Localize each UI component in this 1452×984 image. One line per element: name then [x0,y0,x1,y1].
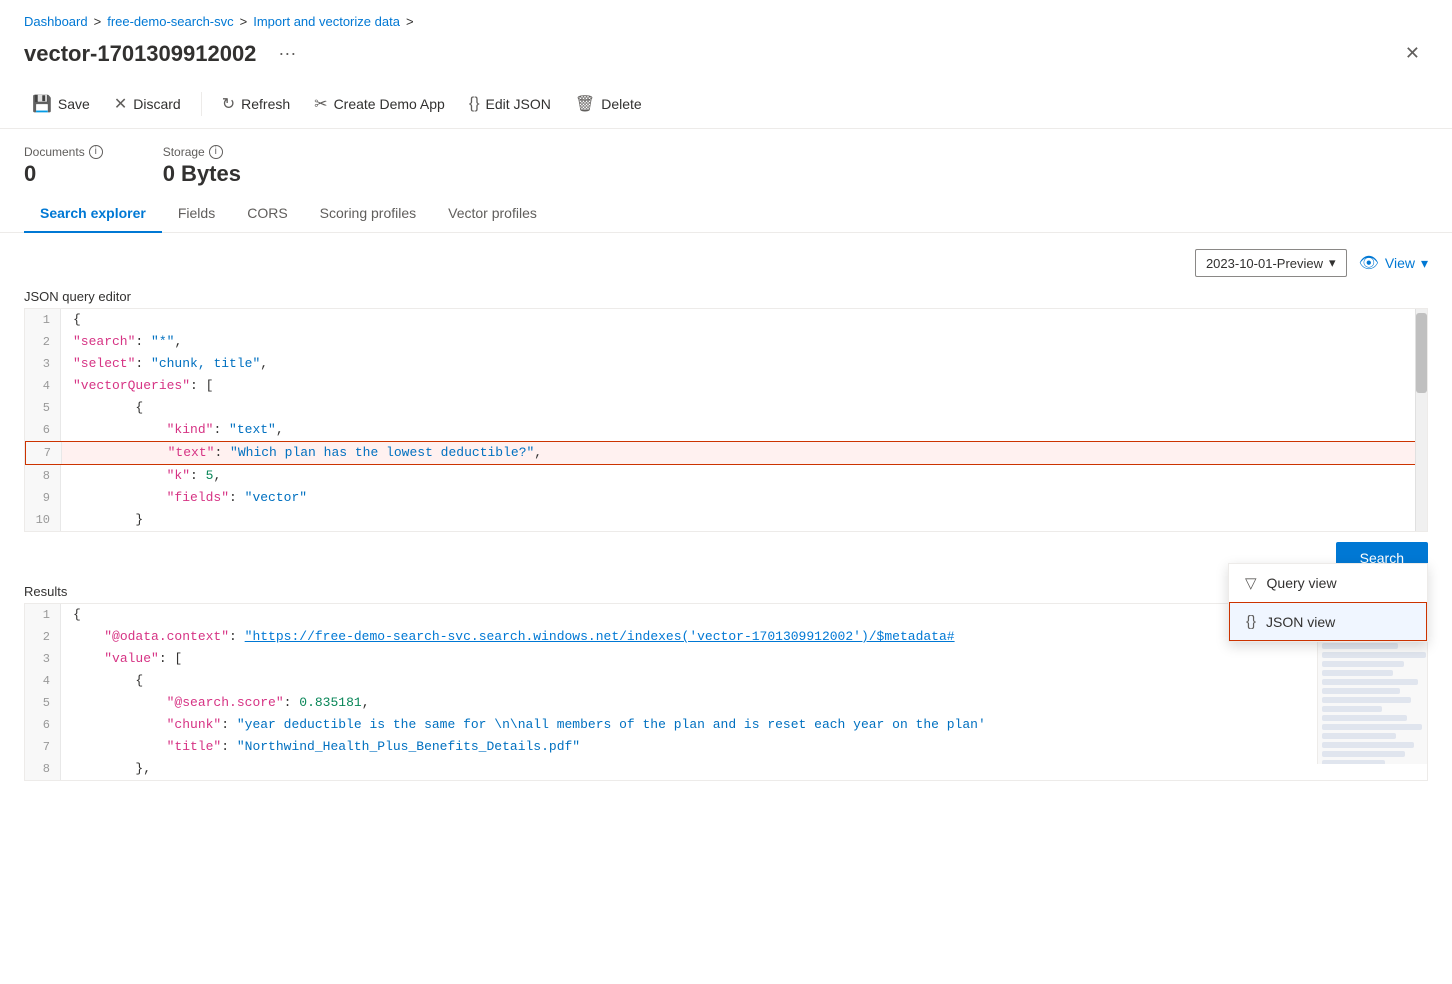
toolbar-divider-1 [201,92,202,116]
save-icon: 💾 [32,94,52,114]
breadcrumb-import[interactable]: Import and vectorize data [253,14,400,29]
content-area: 2023-10-01-Preview ▾ 👁 View ▾ ▽ Query vi… [0,233,1452,797]
editor-line-9: 9 "fields": "vector" [25,487,1427,509]
breadcrumb-sep2: > [240,14,248,29]
save-button[interactable]: 💾 Save [24,88,98,120]
refresh-icon: ↻ [222,94,235,114]
storage-stat: Storage i 0 Bytes [163,145,241,187]
more-options-button[interactable]: ··· [278,43,296,64]
editor-line-2: 2 "search": "*", [25,331,1427,353]
documents-stat: Documents i 0 [24,145,103,187]
results-label: Results [24,584,1428,599]
tab-vector-profiles[interactable]: Vector profiles [432,195,553,233]
delete-button[interactable]: 🗑 Delete [567,88,650,120]
api-version-value: 2023-10-01-Preview [1206,256,1323,271]
view-dropdown[interactable]: 👁 View ▾ [1359,253,1428,273]
tab-scoring-profiles[interactable]: Scoring profiles [304,195,433,233]
editor-line-8: 8 "k": 5, [25,465,1427,487]
documents-label: Documents i [24,145,103,159]
title-row: vector-1701309912002 ··· ✕ [0,35,1452,80]
create-demo-icon: ✂ [314,94,327,114]
page-container: Dashboard > free-demo-search-svc > Impor… [0,0,1452,984]
edit-json-label: Edit JSON [486,96,551,112]
discard-button[interactable]: ✕ Discard [106,88,189,120]
search-button-row: Search [24,542,1428,574]
storage-label: Storage i [163,145,241,159]
edit-json-icon: {} [469,95,480,113]
create-demo-button[interactable]: ✂ Create Demo App [306,88,453,120]
tab-fields[interactable]: Fields [162,195,231,233]
edit-json-button[interactable]: {} Edit JSON [461,89,559,119]
discard-icon: ✕ [114,94,127,114]
query-view-option[interactable]: ▽ Query view [1229,564,1427,602]
view-label: View [1385,255,1415,271]
editor-label: JSON query editor [24,289,1428,304]
delete-label: Delete [601,96,641,112]
json-view-label: JSON view [1266,614,1335,630]
json-view-option[interactable]: {} JSON view [1229,602,1427,641]
breadcrumb: Dashboard > free-demo-search-svc > Impor… [0,0,1452,35]
result-line-2: 2 "@odata.context": "https://free-demo-s… [25,626,1427,648]
view-dropdown-menu: ▽ Query view {} JSON view [1228,563,1428,642]
editor-line-3: 3 "select": "chunk, title", [25,353,1427,375]
eye-icon: 👁 [1359,253,1379,273]
api-version-row: 2023-10-01-Preview ▾ 👁 View ▾ [24,249,1428,277]
page-title: vector-1701309912002 [24,41,256,67]
storage-value: 0 Bytes [163,161,241,187]
result-line-7: 7 "title": "Northwind_Health_Plus_Benefi… [25,736,1427,758]
documents-info-icon[interactable]: i [89,145,103,159]
result-line-6: 6 "chunk": "year deductible is the same … [25,714,1427,736]
editor-line-1: 1 { [25,309,1427,331]
refresh-button[interactable]: ↻ Refresh [214,88,298,120]
breadcrumb-service[interactable]: free-demo-search-svc [107,14,233,29]
json-editor[interactable]: 1 { 2 "search": "*", 3 "select": "chunk,… [24,308,1428,532]
editor-line-5: 5 { [25,397,1427,419]
editor-scrollbar-thumb [1416,313,1427,393]
storage-info-icon[interactable]: i [209,145,223,159]
toolbar: 💾 Save ✕ Discard ↻ Refresh ✂ Create Demo… [0,80,1452,129]
result-line-4: 4 { [25,670,1427,692]
editor-line-4: 4 "vectorQueries": [ [25,375,1427,397]
tabs-container: Search explorer Fields CORS Scoring prof… [0,195,1452,233]
chevron-down-icon: ▾ [1329,255,1336,271]
editor-scrollbar[interactable] [1415,309,1427,531]
view-chevron-icon: ▾ [1421,255,1428,272]
braces-icon: {} [1246,613,1256,630]
editor-line-6: 6 "kind": "text", [25,419,1427,441]
refresh-label: Refresh [241,96,290,112]
documents-value: 0 [24,161,103,187]
tab-search-explorer[interactable]: Search explorer [24,195,162,233]
breadcrumb-dashboard[interactable]: Dashboard [24,14,88,29]
title-left: vector-1701309912002 ··· [24,41,296,67]
editor-line-7: 7 "text": "Which plan has the lowest ded… [25,441,1427,465]
result-line-5: 5 "@search.score": 0.835181, [25,692,1427,714]
funnel-icon: ▽ [1245,574,1257,592]
result-line-8: 8 }, [25,758,1427,780]
delete-icon: 🗑 [575,94,595,114]
save-label: Save [58,96,90,112]
create-demo-label: Create Demo App [334,96,445,112]
stats-section: Documents i 0 Storage i 0 Bytes [0,129,1452,195]
breadcrumb-sep3: > [406,14,414,29]
discard-label: Discard [133,96,180,112]
query-view-label: Query view [1267,575,1337,591]
editor-line-10: 10 } [25,509,1427,531]
tab-cors[interactable]: CORS [231,195,303,233]
result-line-1: 1 { [25,604,1427,626]
close-button[interactable]: ✕ [1397,39,1428,68]
api-version-dropdown[interactable]: 2023-10-01-Preview ▾ [1195,249,1347,277]
result-line-3: 3 "value": [ [25,648,1427,670]
breadcrumb-sep1: > [94,14,102,29]
results-container: 1 { 2 "@odata.context": "https://free-de… [24,603,1428,781]
